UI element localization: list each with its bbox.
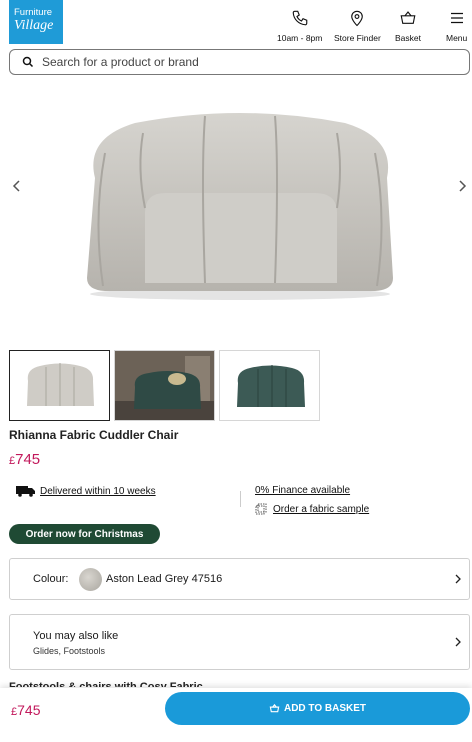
product-image-carousel[interactable]	[0, 80, 472, 342]
fabric-sample-text: Order a fabric sample	[273, 503, 370, 515]
product-main-image	[87, 113, 393, 300]
christmas-promo-badge: Order now for Christmas	[9, 524, 160, 544]
carousel-prev-button[interactable]	[9, 176, 25, 196]
nav-opening-hours[interactable]: 10am - 8pm	[277, 9, 322, 43]
colour-label: Colour:	[33, 573, 69, 585]
you-may-also-like-panel[interactable]: You may also like Glides, Footstools	[9, 614, 470, 670]
nav-label: Basket	[395, 33, 421, 43]
nav-basket[interactable]: Basket	[395, 9, 421, 43]
nav-label: Store Finder	[334, 33, 381, 43]
furniture-village-logo[interactable]: Furniture Village	[9, 0, 63, 44]
search-icon	[22, 56, 34, 68]
hamburger-menu-icon	[450, 12, 463, 24]
chevron-right-icon	[455, 637, 461, 647]
colour-value: Aston Lead Grey 47516	[106, 573, 223, 585]
logo-line-1: Furniture	[14, 7, 53, 18]
thumbnail-green-chair[interactable]	[219, 350, 320, 421]
sticky-price: £745	[11, 702, 40, 718]
add-to-basket-button[interactable]: ADD TO BASKET	[165, 692, 470, 725]
nav-menu[interactable]: Menu	[446, 9, 467, 43]
carousel-next-button[interactable]	[454, 176, 470, 196]
product-title: Rhianna Fabric Cuddler Chair	[9, 428, 179, 442]
info-divider	[240, 491, 241, 507]
chevron-right-icon	[455, 574, 461, 584]
basket-icon	[269, 703, 280, 713]
delivery-info-link[interactable]: Delivered within 10 weeks	[16, 485, 156, 497]
delivery-truck-icon	[16, 486, 35, 497]
phone-icon	[292, 10, 307, 26]
also-like-subtext: Glides, Footstools	[33, 646, 106, 656]
also-like-heading: You may also like	[33, 630, 119, 642]
fabric-sample-icon	[255, 503, 267, 515]
finance-link[interactable]: 0% Finance available	[255, 485, 350, 496]
thumbnail-strip	[9, 350, 320, 421]
add-to-basket-label: ADD TO BASKET	[283, 703, 367, 714]
price-amount: 745	[17, 702, 41, 718]
price-amount: 745	[15, 451, 41, 468]
basket-icon	[400, 11, 416, 24]
nav-label: Menu	[446, 33, 468, 43]
chevron-left-icon	[12, 180, 20, 192]
search-input[interactable]	[42, 55, 442, 69]
chevron-right-icon	[459, 180, 467, 192]
thumbnail-green-chair-room[interactable]	[114, 350, 215, 421]
search-bar[interactable]	[9, 49, 470, 75]
site-header: Furniture Village 10am - 8pm Store Finde…	[0, 0, 472, 46]
delivery-text: Delivered within 10 weeks	[40, 485, 156, 497]
sticky-add-to-basket-bar: £745 ADD TO BASKET	[0, 688, 472, 742]
colour-swatch	[79, 568, 102, 591]
colour-selector[interactable]: Colour: Aston Lead Grey 47516	[9, 558, 470, 600]
finance-text: 0% Finance available	[255, 485, 351, 496]
logo-line-2: Village	[14, 18, 54, 33]
thumbnail-grey-chair[interactable]	[9, 350, 110, 421]
location-pin-icon	[351, 10, 364, 27]
nav-store-finder[interactable]: Store Finder	[334, 9, 381, 43]
nav-label: 10am - 8pm	[277, 33, 323, 43]
product-price: £745	[9, 451, 40, 468]
fabric-sample-link[interactable]: Order a fabric sample	[255, 503, 369, 515]
